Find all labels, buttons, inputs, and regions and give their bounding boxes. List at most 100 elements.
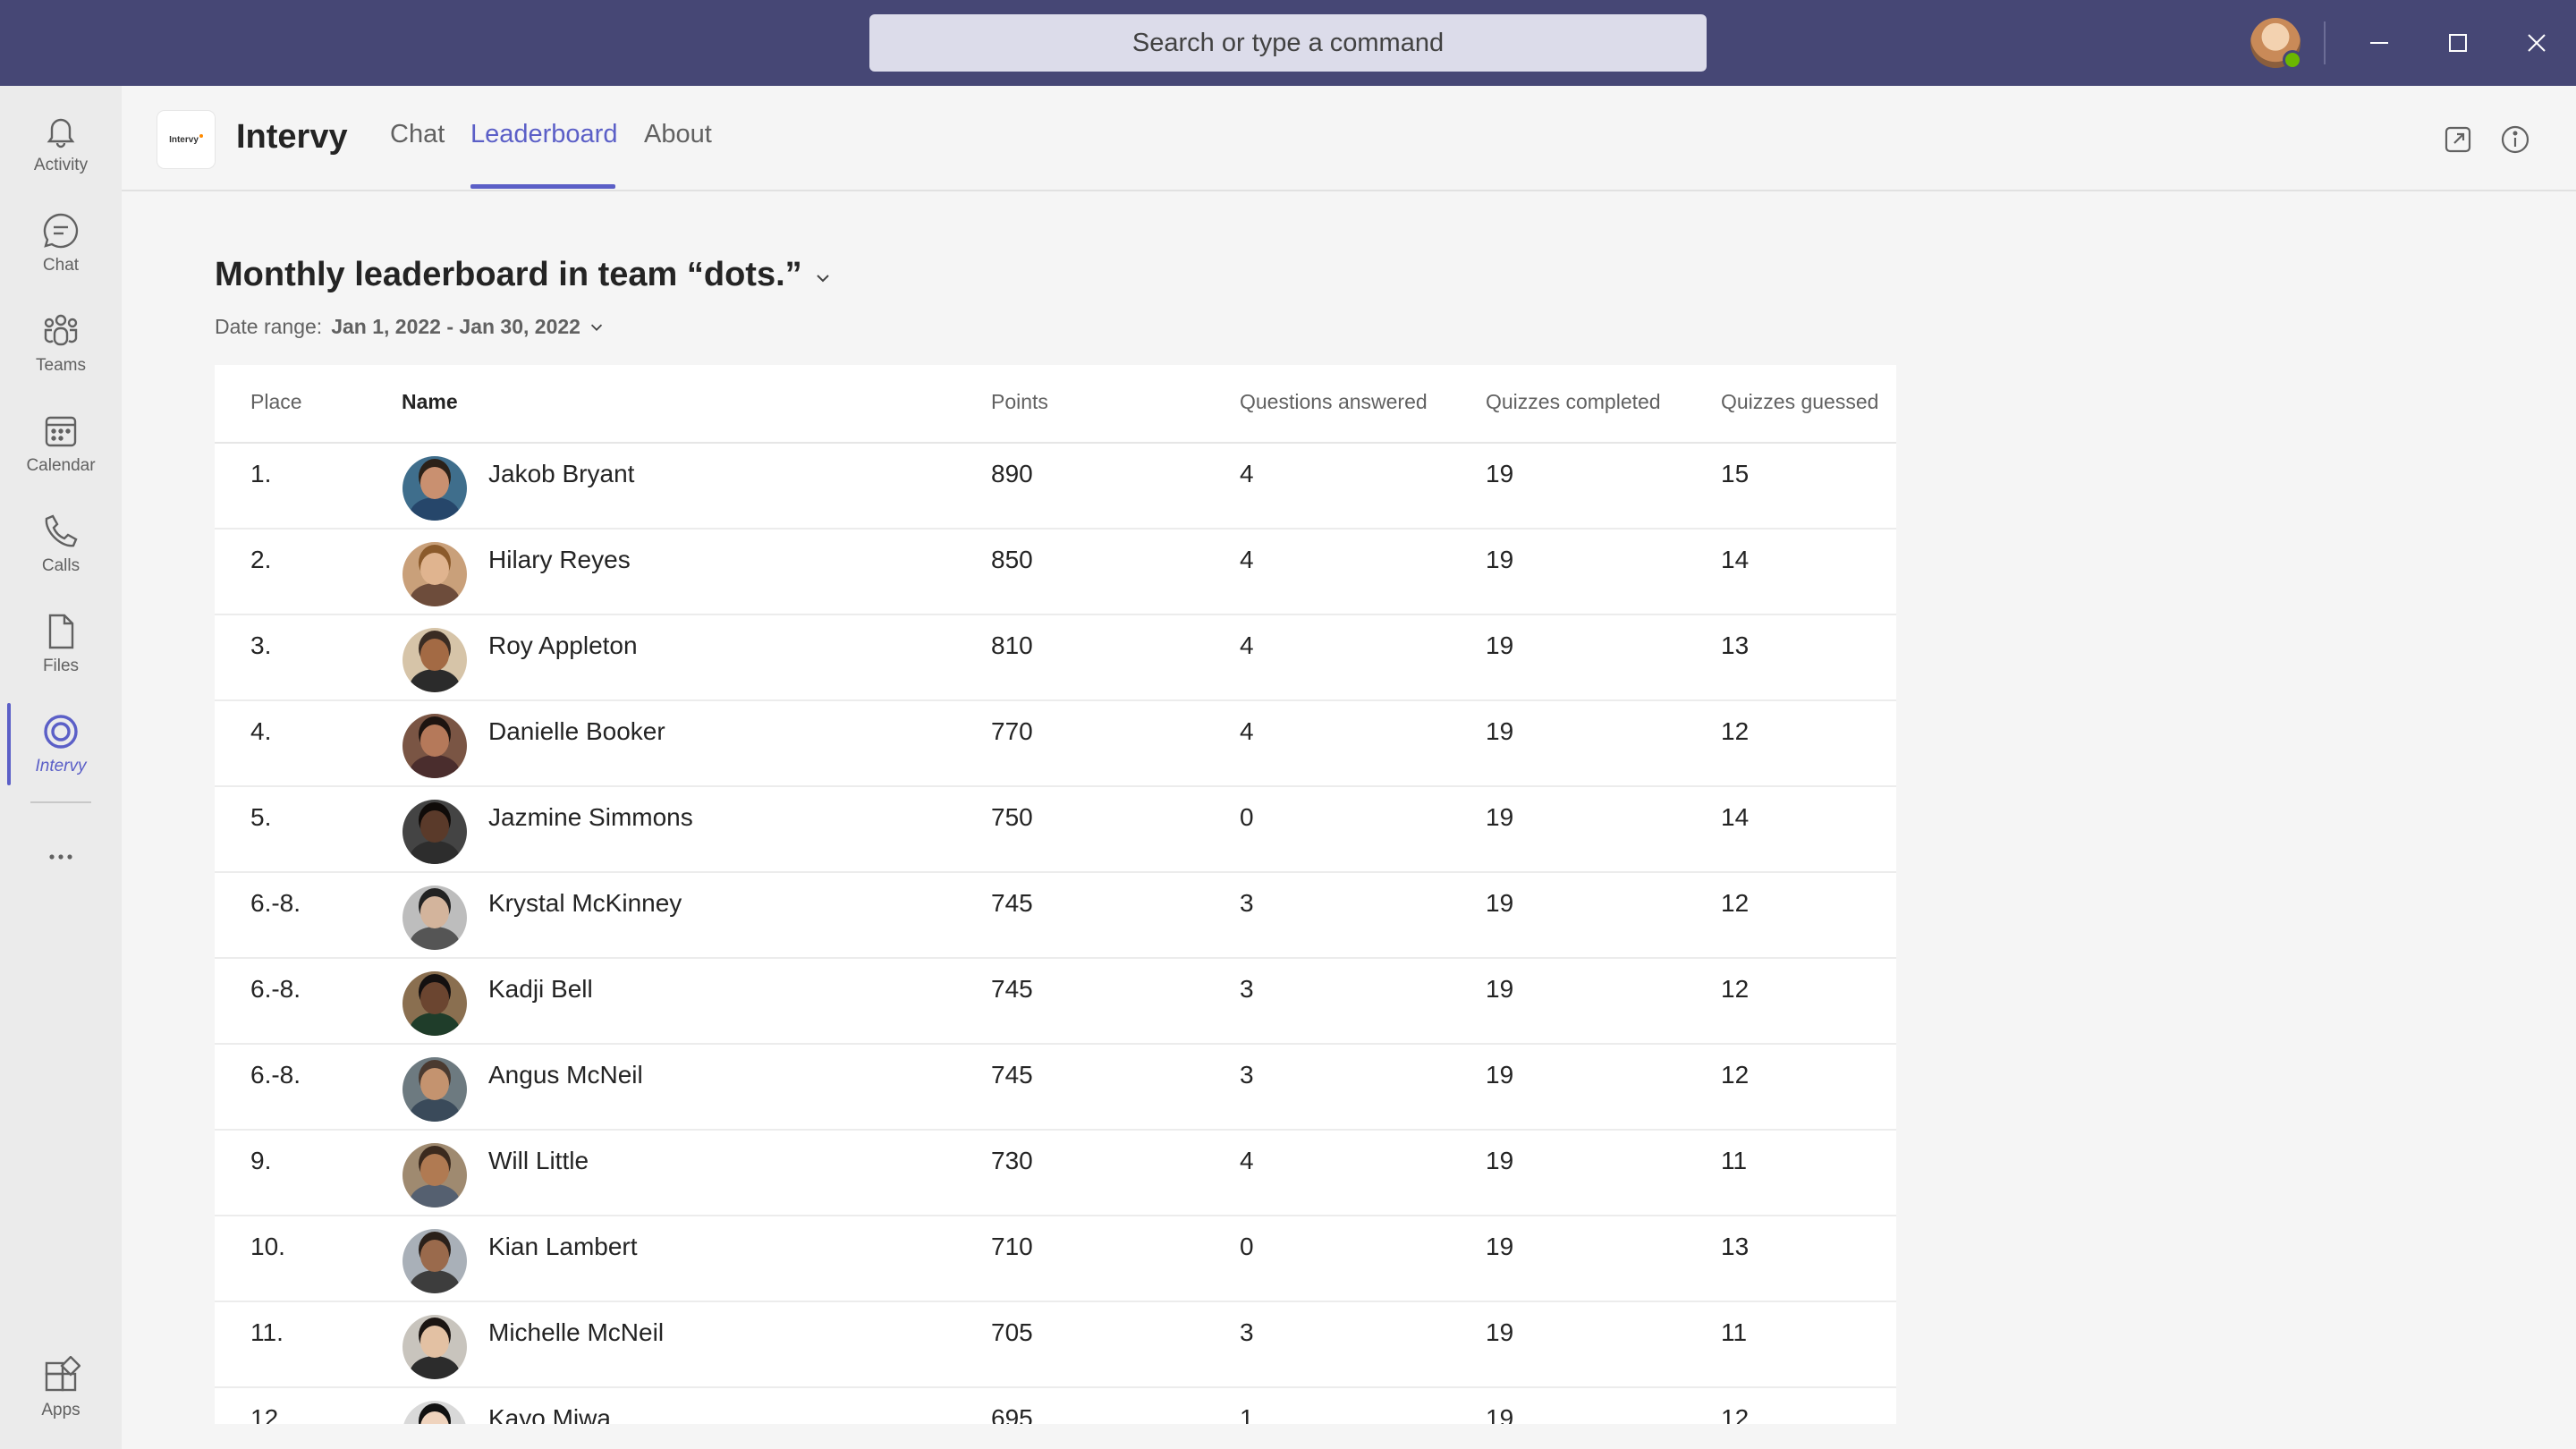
avatar-body bbox=[410, 583, 460, 606]
table-row[interactable]: 6.-8. Angus McNeil 745 3 19 12 bbox=[215, 1045, 1896, 1131]
cell-name: Roy Appleton bbox=[488, 631, 638, 659]
minimize-icon bbox=[2370, 42, 2388, 44]
cell-questions-answered: 0 bbox=[1240, 803, 1254, 831]
cell-quizzes-guessed: 11 bbox=[1721, 1147, 1748, 1174]
apps-icon bbox=[45, 1356, 80, 1392]
cell-questions-answered: 4 bbox=[1240, 460, 1254, 487]
column-header-points[interactable]: Points bbox=[991, 390, 1048, 414]
cell-name: Hilary Reyes bbox=[488, 546, 631, 573]
avatar[interactable] bbox=[402, 1229, 467, 1293]
tab-chat[interactable]: Chat bbox=[390, 120, 445, 149]
minimize-button[interactable] bbox=[2356, 20, 2402, 66]
cell-points: 745 bbox=[991, 889, 1033, 917]
avatar[interactable] bbox=[402, 1143, 467, 1208]
table-row[interactable]: 5. Jazmine Simmons 750 0 19 14 bbox=[215, 787, 1896, 873]
cell-place: 4. bbox=[250, 717, 272, 745]
avatar[interactable] bbox=[402, 1401, 467, 1424]
cell-place: 9. bbox=[250, 1147, 272, 1174]
table-row[interactable]: 10. Kian Lambert 710 0 19 13 bbox=[215, 1216, 1896, 1302]
more-apps-button[interactable] bbox=[0, 828, 122, 891]
rail-label-files: Files bbox=[42, 657, 80, 675]
avatar[interactable] bbox=[402, 714, 467, 778]
rail-item-apps[interactable]: Apps bbox=[0, 1347, 122, 1440]
column-header-quizzes-guessed[interactable]: Quizzes guessed bbox=[1721, 390, 1878, 414]
search-input[interactable]: Search or type a command bbox=[869, 14, 1707, 72]
avatar[interactable] bbox=[402, 542, 467, 606]
cell-quizzes-guessed: 14 bbox=[1721, 803, 1750, 831]
tab-about[interactable]: About bbox=[644, 120, 712, 149]
table-row[interactable]: 2. Hilary Reyes 850 4 19 14 bbox=[215, 530, 1896, 615]
chevron-down-icon[interactable] bbox=[588, 318, 606, 336]
avatar-head bbox=[420, 1326, 449, 1358]
cell-quizzes-guessed: 14 bbox=[1721, 546, 1750, 573]
cell-points: 730 bbox=[991, 1147, 1033, 1174]
logo-text: Intervy bbox=[169, 134, 199, 145]
column-header-place[interactable]: Place bbox=[250, 390, 302, 414]
rail-item-intervy[interactable]: Intervy bbox=[0, 703, 122, 796]
rail-item-teams[interactable]: Teams bbox=[0, 302, 122, 395]
rail-divider bbox=[30, 801, 91, 803]
avatar[interactable] bbox=[402, 886, 467, 950]
rail-label-calendar: Calendar bbox=[26, 456, 96, 475]
column-header-quizzes-completed[interactable]: Quizzes completed bbox=[1486, 390, 1661, 414]
avatar[interactable] bbox=[402, 1315, 467, 1379]
cell-quizzes-guessed: 12 bbox=[1721, 975, 1750, 1003]
avatar[interactable] bbox=[402, 456, 467, 521]
cell-place: 5. bbox=[250, 803, 272, 831]
cell-points: 745 bbox=[991, 1061, 1033, 1089]
rail-item-calls[interactable]: Calls bbox=[0, 503, 122, 596]
cell-points: 750 bbox=[991, 803, 1033, 831]
table-row[interactable]: 1. Jakob Bryant 890 4 19 15 bbox=[215, 444, 1896, 530]
avatar-body bbox=[410, 1270, 460, 1293]
file-icon bbox=[48, 614, 74, 649]
cell-quizzes-completed: 19 bbox=[1486, 460, 1514, 487]
cell-points: 705 bbox=[991, 1318, 1033, 1346]
avatar-head bbox=[420, 553, 449, 585]
avatar[interactable] bbox=[402, 628, 467, 692]
info-button[interactable] bbox=[2497, 122, 2533, 157]
avatar[interactable] bbox=[402, 971, 467, 1036]
cell-quizzes-completed: 19 bbox=[1486, 1061, 1514, 1089]
cell-name: Will Little bbox=[488, 1147, 589, 1174]
maximize-icon bbox=[2449, 34, 2467, 52]
avatar-body bbox=[410, 755, 460, 778]
cell-points: 850 bbox=[991, 546, 1033, 573]
app-rail: Activity Chat Teams Calendar Calls Files… bbox=[0, 86, 122, 1449]
cell-quizzes-completed: 19 bbox=[1486, 717, 1514, 745]
rail-item-files[interactable]: Files bbox=[0, 603, 122, 696]
maximize-button[interactable] bbox=[2435, 20, 2481, 66]
close-icon bbox=[2528, 34, 2546, 52]
table-row[interactable]: 9. Will Little 730 4 19 11 bbox=[215, 1131, 1896, 1216]
table-row[interactable]: 3. Roy Appleton 810 4 19 13 bbox=[215, 615, 1896, 701]
date-range-value[interactable]: Jan 1, 2022 - Jan 30, 2022 bbox=[331, 315, 580, 339]
avatar[interactable] bbox=[402, 800, 467, 864]
rail-item-chat[interactable]: Chat bbox=[0, 202, 122, 295]
close-button[interactable] bbox=[2513, 20, 2560, 66]
cell-name: Jakob Bryant bbox=[488, 460, 635, 487]
teams-icon bbox=[44, 314, 78, 346]
cell-questions-answered: 4 bbox=[1240, 546, 1254, 573]
table-row[interactable]: 6.-8. Kadji Bell 745 3 19 12 bbox=[215, 959, 1896, 1045]
avatar-head bbox=[420, 1068, 449, 1100]
leaderboard-title-dropdown[interactable]: Monthly leaderboard in team “dots.” bbox=[215, 256, 833, 294]
table-row[interactable]: 6.-8. Krystal McKinney 745 3 19 12 bbox=[215, 873, 1896, 959]
cell-quizzes-guessed: 15 bbox=[1721, 460, 1750, 487]
rail-item-calendar[interactable]: Calendar bbox=[0, 402, 122, 496]
logo-dot-icon bbox=[199, 134, 203, 138]
column-header-name[interactable]: Name bbox=[402, 390, 458, 414]
tab-leaderboard[interactable]: Leaderboard bbox=[470, 120, 617, 149]
cell-name: Kian Lambert bbox=[488, 1233, 638, 1260]
table-row[interactable]: 4. Danielle Booker 770 4 19 12 bbox=[215, 701, 1896, 787]
cell-quizzes-completed: 19 bbox=[1486, 1404, 1514, 1424]
column-header-questions-answered[interactable]: Questions answered bbox=[1240, 390, 1428, 414]
cell-name: Michelle McNeil bbox=[488, 1318, 665, 1346]
rail-item-activity[interactable]: Activity bbox=[0, 102, 122, 195]
popout-button[interactable] bbox=[2440, 122, 2476, 157]
avatar[interactable] bbox=[402, 1057, 467, 1122]
cell-points: 810 bbox=[991, 631, 1033, 659]
cell-name: Angus McNeil bbox=[488, 1061, 643, 1089]
app-header: Intervy Intervy Chat Leaderboard About bbox=[122, 86, 2576, 191]
table-row[interactable]: 11. Michelle McNeil 705 3 19 11 bbox=[215, 1302, 1896, 1388]
table-row[interactable]: 12. Kayo Miwa 695 1 19 12 bbox=[215, 1388, 1896, 1424]
cell-quizzes-completed: 19 bbox=[1486, 975, 1514, 1003]
